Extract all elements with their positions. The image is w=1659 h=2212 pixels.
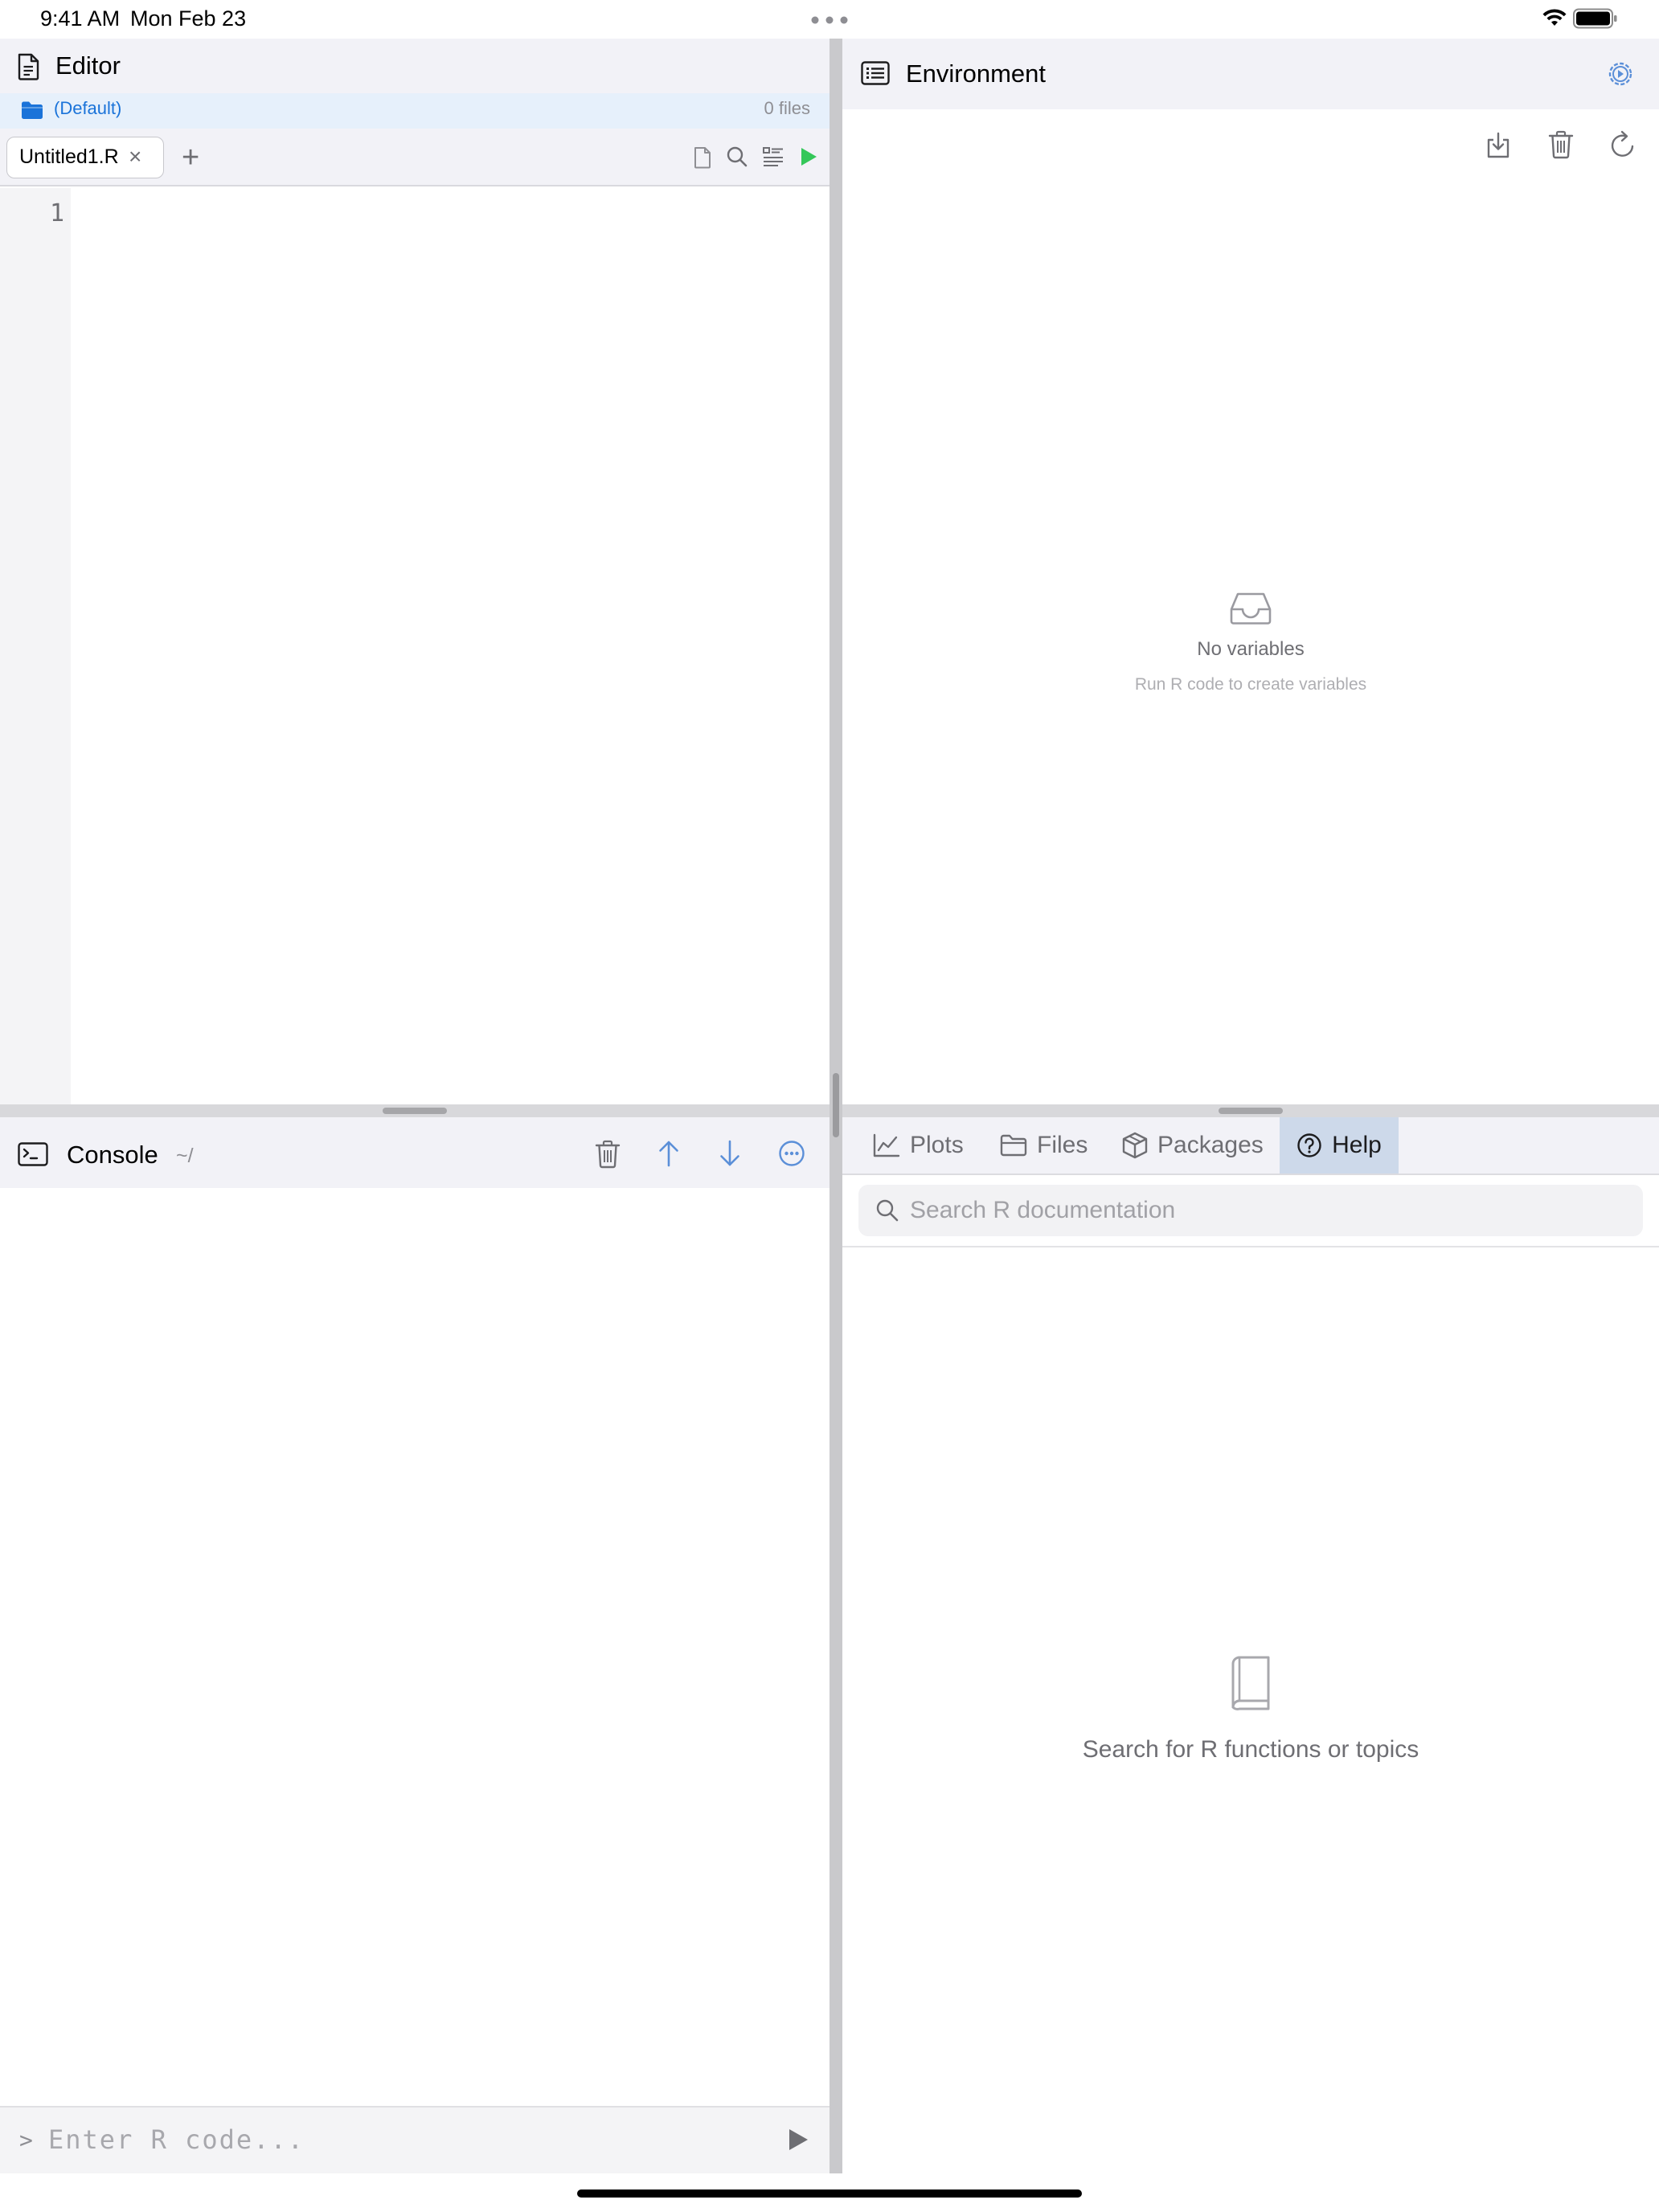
tab-packages[interactable]: Packages: [1122, 1117, 1264, 1174]
help-empty-state-text: Search for R functions or topics: [1082, 1736, 1419, 1763]
add-tab-button[interactable]: +: [182, 141, 199, 174]
vertical-split-handle[interactable]: [833, 1073, 839, 1137]
status-date: Mon Feb 23: [130, 6, 247, 31]
battery-icon: [1573, 8, 1618, 29]
console-title: Console: [67, 1141, 158, 1169]
file-tab-label[interactable]: Untitled1.R: [19, 145, 119, 169]
clear-console-trash-icon[interactable]: [595, 1140, 621, 1169]
refresh-icon[interactable]: [1609, 130, 1636, 159]
search-icon[interactable]: [726, 145, 748, 168]
list-icon: [861, 61, 890, 85]
package-icon: [1122, 1132, 1148, 1159]
empty-state-title: No variables: [1197, 638, 1305, 660]
gear-icon[interactable]: [1606, 59, 1635, 88]
line-number: 1: [49, 199, 64, 227]
tab-plots-label[interactable]: Plots: [910, 1132, 964, 1159]
import-icon[interactable]: [1485, 132, 1511, 159]
editor-title: Editor: [55, 51, 121, 80]
tab-files[interactable]: Files: [1000, 1117, 1088, 1174]
history-up-arrow-icon[interactable]: [657, 1140, 680, 1167]
editor-header: [0, 39, 830, 93]
empty-state-subtitle: Run R code to create variables: [1134, 675, 1367, 694]
left-split-handle[interactable]: [383, 1108, 447, 1114]
tab-help-label[interactable]: Help: [1332, 1132, 1382, 1159]
empty-inbox-icon: [1228, 592, 1273, 625]
folder-icon: [21, 100, 43, 120]
multitasking-dots-icon[interactable]: [810, 16, 849, 24]
home-indicator[interactable]: [577, 2189, 1082, 2198]
wifi-icon: [1542, 8, 1567, 27]
folder-icon: [1000, 1134, 1027, 1157]
run-icon[interactable]: [799, 146, 818, 167]
terminal-icon: [18, 1142, 48, 1166]
environment-title: Environment: [906, 59, 1047, 88]
console-input[interactable]: [48, 2119, 756, 2161]
tab-packages-label[interactable]: Packages: [1157, 1132, 1264, 1159]
help-search-input[interactable]: [910, 1190, 1625, 1231]
question-circle-icon: [1296, 1133, 1322, 1158]
status-time: 9:41 AM: [40, 6, 121, 31]
clear-environment-trash-icon[interactable]: [1548, 130, 1574, 159]
book-icon: [1228, 1656, 1273, 1710]
more-options-icon[interactable]: [778, 1140, 805, 1167]
project-name[interactable]: (Default): [54, 98, 121, 119]
format-code-icon[interactable]: [762, 146, 784, 167]
project-file-count: 0 files: [764, 98, 810, 118]
chart-line-icon: [873, 1133, 900, 1157]
right-split-handle[interactable]: [1219, 1108, 1283, 1114]
tab-plots[interactable]: Plots: [873, 1117, 964, 1174]
document-icon: [16, 53, 40, 80]
new-file-icon[interactable]: [693, 146, 712, 169]
close-tab-icon[interactable]: ×: [129, 145, 141, 169]
tab-files-label[interactable]: Files: [1037, 1132, 1088, 1159]
code-editor[interactable]: [71, 188, 830, 1104]
tab-help[interactable]: Help: [1280, 1117, 1399, 1174]
console-working-directory: ~/: [176, 1145, 194, 1167]
console-prompt: >: [19, 2127, 33, 2153]
console-run-icon[interactable]: [786, 2127, 810, 2153]
line-number-gutter: [0, 188, 71, 1104]
project-bar[interactable]: [0, 93, 830, 129]
search-icon: [875, 1198, 899, 1223]
history-down-arrow-icon[interactable]: [719, 1140, 741, 1167]
console-output[interactable]: [0, 1188, 830, 2106]
